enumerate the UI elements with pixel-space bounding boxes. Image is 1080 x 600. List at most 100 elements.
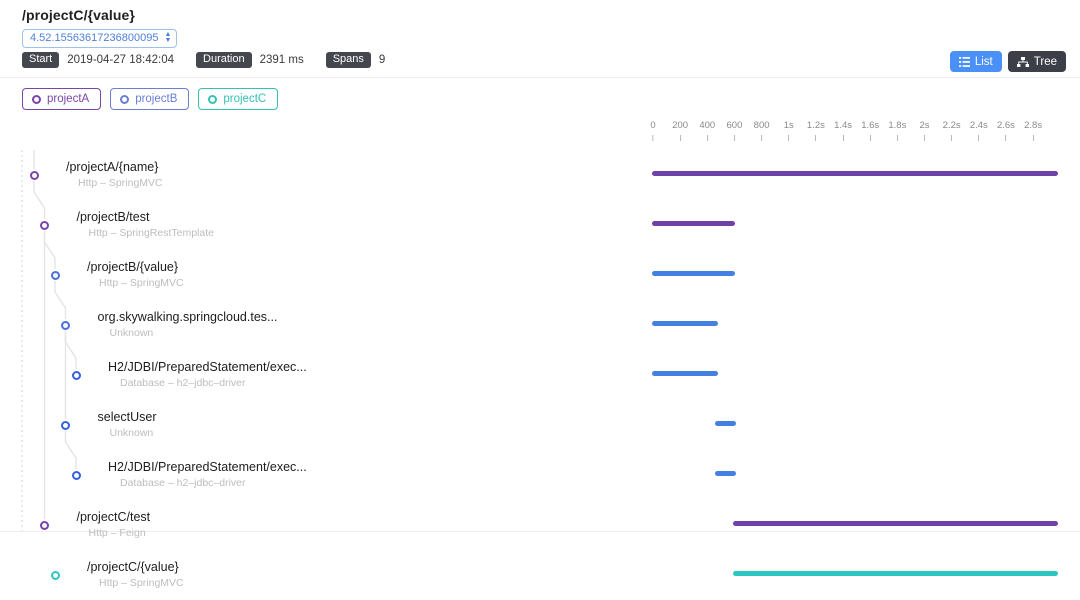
span-component: Http – Feign [89,527,146,539]
span-name: /projectA/{name} [66,160,158,174]
span-row[interactable]: selectUser Unknown [0,400,1080,450]
span-duration-bar[interactable] [715,421,736,426]
list-view-label: List [975,56,993,68]
span-duration-bar[interactable] [733,571,1058,576]
axis-tick-label: 400 [699,120,715,131]
axis-tick: 400 [699,120,715,141]
span-node-icon [30,171,39,180]
view-mode-toggle: List Tree [950,51,1066,72]
service-chip-projectA[interactable]: projectA [22,88,101,110]
span-name: selectUser [98,410,157,424]
span-row[interactable]: org.skywalking.springcloud.tes...Unknown [0,300,1080,350]
trace-id-select[interactable]: 4.52.15563617236800095 ▲▼ [22,29,177,48]
span-duration-bar[interactable] [652,371,718,376]
span-node-icon [61,321,70,330]
span-name: /projectB/test [77,210,150,224]
span-row[interactable]: H2/JDBI/PreparedStatement/exec... Databas… [0,350,1080,400]
span-name: /projectB/{value} [87,260,178,274]
axis-tick: 2.8s [1024,120,1042,141]
list-icon [959,57,970,67]
span-node-icon [40,521,49,530]
axis-tick-mark [951,135,952,141]
axis-tick-mark [680,135,681,141]
axis-tick: 2s [919,120,929,141]
axis-tick-label: 2s [919,120,929,131]
service-chip-label: projectA [47,93,89,105]
span-list: /projectA/{name} Http – SpringMVC/project… [0,150,1080,532]
start-label: Start [22,52,59,68]
span-component: Database – h2–jdbc–driver [120,377,246,389]
axis-tick-label: 1.4s [834,120,852,131]
tab-tree-view[interactable]: Tree [1008,51,1066,72]
start-value: 2019-04-27 18:42:04 [67,54,174,66]
axis-tick-label: 1.6s [861,120,879,131]
span-row[interactable]: /projectB/{value}Http – SpringMVC [0,250,1080,300]
axis-tick-label: 2.8s [1024,120,1042,131]
span-row[interactable]: /projectA/{name} Http – SpringMVC [0,150,1080,200]
duration-label: Duration [196,52,252,68]
span-node-icon [51,271,60,280]
service-chip-label: projectC [223,93,266,105]
span-name: /projectC/{value} [87,560,179,574]
service-chip-projectB[interactable]: projectB [110,88,189,110]
circle-icon [208,95,217,104]
service-chip-projectC[interactable]: projectC [198,88,278,110]
span-name: org.skywalking.springcloud.tes... [98,310,278,324]
span-duration-bar[interactable] [652,321,718,326]
axis-tick-mark [1005,135,1006,141]
axis-tick-mark [815,135,816,141]
axis-tick: 1.2s [807,120,825,141]
axis-tick-mark [870,135,871,141]
span-row[interactable]: /projectC/testHttp – Feign [0,500,1080,550]
axis-tick-mark [734,135,735,141]
axis-tick-label: 1.8s [888,120,906,131]
axis-tick: 1.8s [888,120,906,141]
axis-tick: 1s [784,120,794,141]
span-node-icon [72,471,81,480]
tree-icon [1017,57,1029,67]
span-name: H2/JDBI/PreparedStatement/exec... [108,360,307,374]
service-filter-chips: projectA projectB projectC [22,88,278,110]
spinner-arrows-icon[interactable]: ▲▼ [165,32,172,44]
span-duration-bar[interactable] [733,521,1058,526]
axis-tick-label: 1s [784,120,794,131]
trace-header: /projectC/{value} 4.52.15563617236800095… [0,0,1080,78]
axis-tick-mark [707,135,708,141]
span-duration-bar[interactable] [652,221,735,226]
axis-tick-label: 200 [672,120,688,131]
span-duration-bar[interactable] [652,271,735,276]
axis-tick-label: 1.2s [807,120,825,131]
span-component: Unknown [110,427,154,439]
axis-tick: 0 [650,120,655,141]
tree-view-label: Tree [1034,56,1057,68]
axis-tick-label: 2.2s [943,120,961,131]
span-name: H2/JDBI/PreparedStatement/exec... [108,460,307,474]
axis-tick: 600 [727,120,743,141]
axis-tick: 800 [754,120,770,141]
axis-tick: 2.6s [997,120,1015,141]
spans-label: Spans [326,52,371,68]
axis-tick-mark [897,135,898,141]
axis-tick-label: 800 [754,120,770,131]
axis-tick-mark [788,135,789,141]
span-component: Http – SpringMVC [99,577,184,589]
axis-tick-label: 0 [650,120,655,131]
axis-tick: 200 [672,120,688,141]
span-row[interactable]: /projectB/testHttp – SpringRestTemplate [0,200,1080,250]
span-node-icon [51,571,60,580]
span-component: Http – SpringMVC [78,177,163,189]
axis-tick-mark [843,135,844,141]
span-node-icon [40,221,49,230]
circle-icon [120,95,129,104]
timeline-axis: 0 200 400 600 800 1s 1.2s 1.4s 1.6s 1.8s 2s 2.2s 2.4… [645,120,1065,142]
axis-tick-mark [652,135,653,141]
span-row[interactable]: H2/JDBI/PreparedStatement/exec... Databas… [0,450,1080,500]
span-duration-bar[interactable] [715,471,736,476]
span-duration-bar[interactable] [652,171,1058,176]
tab-list-view[interactable]: List [950,51,1002,72]
span-component: Database – h2–jdbc–driver [120,477,246,489]
trace-meta: Start 2019-04-27 18:42:04 Duration 2391 … [22,52,385,68]
span-row[interactable]: /projectC/{value} Http – SpringMVC [0,550,1080,600]
axis-tick: 2.4s [970,120,988,141]
axis-tick: 1.6s [861,120,879,141]
